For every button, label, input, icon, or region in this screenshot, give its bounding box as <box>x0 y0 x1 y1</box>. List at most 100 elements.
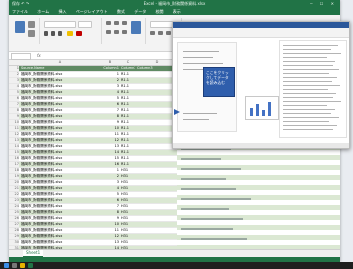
cell-source-name[interactable]: 福岡市_財務関係資料.xlsx <box>21 132 99 137</box>
cell-column1[interactable]: 3 <box>101 180 119 185</box>
cell-column1[interactable]: 12 <box>101 138 119 143</box>
spreadsheet-grid[interactable]: A B C D 1 Source.Name Column1 Column2 Co… <box>9 60 177 250</box>
cell-column2[interactable]: H31 <box>121 222 135 227</box>
font-size-select[interactable] <box>78 21 92 28</box>
cell-column2[interactable]: R1.1 <box>121 102 135 107</box>
fx-icon[interactable]: fx <box>37 52 41 59</box>
cell-column1[interactable]: 12 <box>101 234 119 239</box>
cell-column2[interactable]: H31 <box>121 216 135 221</box>
cell-column2[interactable]: R1.1 <box>121 78 135 83</box>
cell-column2[interactable]: R1.1 <box>121 114 135 119</box>
column-header-b[interactable]: B <box>101 60 119 65</box>
cell-column2[interactable]: H31 <box>121 174 135 179</box>
cell-source-name[interactable]: 福岡市_財務関係資料.xlsx <box>21 120 99 125</box>
cell-column2[interactable]: R1.1 <box>121 108 135 113</box>
fill-color-icon[interactable] <box>67 31 73 36</box>
underline-icon[interactable] <box>58 31 62 36</box>
align-left-icon[interactable] <box>106 30 111 34</box>
comma-icon[interactable] <box>166 31 171 35</box>
excel-icon[interactable] <box>28 263 33 268</box>
cell-column1[interactable]: 11 <box>101 228 119 233</box>
cell-source-name[interactable]: 福岡市_財務関係資料.xlsx <box>21 186 99 191</box>
cell-source-name[interactable]: 福岡市_財務関係資料.xlsx <box>21 234 99 239</box>
popup-scrollbar[interactable] <box>173 143 349 148</box>
header-cell-source-name[interactable]: Source.Name <box>21 66 99 71</box>
align-right-icon[interactable] <box>122 30 127 34</box>
cell-source-name[interactable]: 福岡市_財務関係資料.xlsx <box>21 162 99 167</box>
column-header-a[interactable]: A <box>21 60 99 65</box>
cell-column1[interactable]: 8 <box>101 114 119 119</box>
header-cell-column2[interactable]: Column2 <box>121 66 135 71</box>
cell-column2[interactable]: R1.1 <box>121 84 135 89</box>
tab-page-layout[interactable]: ページレイアウト <box>76 9 108 14</box>
tab-insert[interactable]: 挿入 <box>58 9 66 14</box>
merge-icon[interactable] <box>131 21 141 34</box>
cell-column2[interactable]: H31 <box>121 240 135 245</box>
cell-column1[interactable]: 9 <box>101 216 119 221</box>
cell-column2[interactable]: R1.1 <box>121 90 135 95</box>
cell-source-name[interactable]: 福岡市_財務関係資料.xlsx <box>21 108 99 113</box>
cell-column2[interactable]: H31 <box>121 204 135 209</box>
cell-column1[interactable]: 5 <box>101 192 119 197</box>
cell-column1[interactable]: 5 <box>101 96 119 101</box>
tab-home[interactable]: ホーム <box>37 9 49 14</box>
cell-source-name[interactable]: 福岡市_財務関係資料.xlsx <box>21 150 99 155</box>
list-item[interactable] <box>183 63 223 64</box>
tab-review[interactable]: 校閲 <box>156 9 164 14</box>
cell-source-name[interactable]: 福岡市_財務関係資料.xlsx <box>21 228 99 233</box>
cell-source-name[interactable]: 福岡市_財務関係資料.xlsx <box>21 198 99 203</box>
cell-column2[interactable]: R1.1 <box>121 132 135 137</box>
align-top-icon[interactable] <box>106 21 111 25</box>
cell-column1[interactable]: 7 <box>101 204 119 209</box>
paste-icon[interactable] <box>15 21 25 33</box>
cell-column2[interactable]: R1.1 <box>121 72 135 77</box>
cell-column2[interactable]: H31 <box>121 186 135 191</box>
cell-source-name[interactable]: 福岡市_財務関係資料.xlsx <box>21 222 99 227</box>
list-item[interactable] <box>183 113 217 114</box>
cell-source-name[interactable]: 福岡市_財務関係資料.xlsx <box>21 204 99 209</box>
cell-column2[interactable]: R1.1 <box>121 138 135 143</box>
cell-column1[interactable]: 9 <box>101 120 119 125</box>
name-box[interactable] <box>11 53 31 60</box>
cell-source-name[interactable]: 福岡市_財務関係資料.xlsx <box>21 144 99 149</box>
cell-source-name[interactable]: 福岡市_財務関係資料.xlsx <box>21 156 99 161</box>
cell-column1[interactable]: 16 <box>101 162 119 167</box>
italic-icon[interactable] <box>51 31 55 36</box>
tab-data[interactable]: データ <box>134 9 146 14</box>
align-bottom-icon[interactable] <box>122 21 127 25</box>
search-icon[interactable] <box>12 263 17 268</box>
window-controls[interactable]: ─ ☐ ✕ <box>310 0 337 8</box>
cell-column1[interactable]: 14 <box>101 150 119 155</box>
font-name-select[interactable] <box>44 21 76 28</box>
cell-column2[interactable]: H31 <box>121 198 135 203</box>
column-header-c[interactable]: C <box>121 60 135 65</box>
header-cell-column1[interactable]: Column1 <box>101 66 119 71</box>
percent-icon[interactable] <box>158 31 163 35</box>
cell-column1[interactable]: 15 <box>101 156 119 161</box>
cell-source-name[interactable]: 福岡市_財務関係資料.xlsx <box>21 174 99 179</box>
cell-column1[interactable]: 3 <box>101 84 119 89</box>
cell-column2[interactable]: H31 <box>121 192 135 197</box>
header-cell-column3[interactable]: Column3 <box>137 66 177 71</box>
list-item[interactable] <box>183 119 209 120</box>
align-center-icon[interactable] <box>114 30 119 34</box>
cell-column2[interactable]: H31 <box>121 228 135 233</box>
column-header-d[interactable]: D <box>137 60 177 65</box>
folder-icon[interactable] <box>20 263 25 268</box>
currency-icon[interactable] <box>150 31 155 35</box>
font-color-icon[interactable] <box>76 31 82 36</box>
bold-icon[interactable] <box>44 31 48 36</box>
cell-source-name[interactable]: 福岡市_財務関係資料.xlsx <box>21 84 99 89</box>
cell-column1[interactable]: 1 <box>101 168 119 173</box>
cell-column1[interactable]: 11 <box>101 132 119 137</box>
cell-source-name[interactable]: 福岡市_財務関係資料.xlsx <box>21 96 99 101</box>
cut-icon[interactable] <box>28 21 35 28</box>
start-icon[interactable] <box>4 263 9 268</box>
cell-column2[interactable]: H31 <box>121 168 135 173</box>
cell-source-name[interactable]: 福岡市_財務関係資料.xlsx <box>21 114 99 119</box>
cell-source-name[interactable]: 福岡市_財務関係資料.xlsx <box>21 78 99 83</box>
tab-formulas[interactable]: 数式 <box>117 9 125 14</box>
copy-icon[interactable] <box>28 30 35 37</box>
cell-source-name[interactable]: 福岡市_財務関係資料.xlsx <box>21 138 99 143</box>
cell-column2[interactable]: R1.1 <box>121 162 135 167</box>
